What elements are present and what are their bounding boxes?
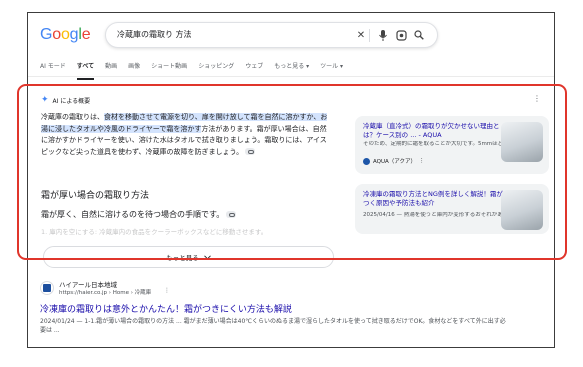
source-thumbnail xyxy=(501,122,543,162)
ai-overview-heading: 霜が厚い場合の霜取り方法 xyxy=(41,191,150,201)
ai-overview-summary: 冷蔵庫の霜取りは、食材を移動させて電源を切り、扉を開け放して霜を自然に溶かすか、… xyxy=(41,112,331,158)
source-card-freezer[interactable]: 冷凍庫の霜取り方法とNG例を詳しく解説！霜がつく原因や予防法も紹介 2025/0… xyxy=(355,184,549,234)
link-icon[interactable] xyxy=(226,211,237,218)
tab-ai-mode[interactable]: AI モード xyxy=(40,61,66,75)
link-icon[interactable] xyxy=(245,148,256,156)
chevron-down-icon xyxy=(203,254,211,259)
source-more-icon[interactable]: ⋮ xyxy=(419,158,425,164)
source-card-aqua[interactable]: 冷蔵庫（直冷式）の霜取りが欠かせない理由とは？ケース別の ... - AQUA … xyxy=(355,116,549,174)
ai-overview-header: ✦ AI による概要 xyxy=(41,95,91,106)
search-input[interactable]: 冷蔵庫の霜取り 方法 xyxy=(117,29,192,40)
show-more-label: もっと見る xyxy=(166,254,199,262)
ai-overview-title: AI による概要 xyxy=(52,98,91,105)
browser-frame: Google 冷蔵庫の霜取り 方法 ✕ AI モード すべて 動画 画像 ショー… xyxy=(27,12,555,348)
logo-letter: g xyxy=(69,26,79,43)
tab-shopping[interactable]: ショッピング xyxy=(198,61,234,75)
microphone-icon[interactable] xyxy=(376,28,390,42)
logo-letter: e xyxy=(81,26,91,43)
source-snippet: そのため、定期的に霜を取ることが大切です。5mmほどの薄い霜は、40度程度のぬる… xyxy=(363,141,503,147)
result-more-icon[interactable]: ⋮ xyxy=(164,287,170,294)
sparkle-icon: ✦ xyxy=(41,95,49,105)
source-site: AQUA（アクア） ⋮ xyxy=(363,157,425,165)
result-snippet: 2024/01/24 — 1-1.霜が薄い場合の霜取りの方法 ... 霜がまだ薄… xyxy=(40,318,506,334)
search-icon[interactable] xyxy=(412,28,426,42)
source-title[interactable]: 冷凍庫の霜取り方法とNG例を詳しく解説！霜がつく原因や予防法も紹介 xyxy=(363,190,503,208)
tab-more[interactable]: もっと見る ▾ xyxy=(274,61,309,75)
tab-images[interactable]: 画像 xyxy=(128,61,140,75)
result-title-link[interactable]: 冷凍庫の霜取りは意外とかんたん！霜がつきにくい方法も解説 xyxy=(40,302,292,315)
site-favicon-icon xyxy=(363,157,370,165)
show-more-button[interactable]: もっと見る xyxy=(43,246,334,268)
subheading-text: 霜が厚く、自然に溶けるのを待つ場合の手順です。 xyxy=(41,210,225,219)
clear-icon[interactable]: ✕ xyxy=(354,28,368,42)
source-title[interactable]: 冷蔵庫（直冷式）の霜取りが欠かせない理由とは？ケース別の ... - AQUA xyxy=(363,122,503,140)
logo-letter: o xyxy=(52,26,61,43)
tab-web[interactable]: ウェブ xyxy=(245,61,263,75)
ai-overview-subheading: 霜が厚く、自然に溶けるのを待つ場合の手順です。 xyxy=(41,209,237,220)
haier-favicon-icon xyxy=(40,281,54,295)
tab-tools[interactable]: ツール ▾ xyxy=(320,61,343,75)
source-site-name: AQUA（アクア） xyxy=(373,159,417,165)
google-logo[interactable]: Google xyxy=(40,26,91,44)
source-thumbnail xyxy=(501,190,543,230)
ai-overview-faded-line: 1. 庫内を空にする: 冷蔵庫内の食品をクーラーボックスなどに移動させます。 xyxy=(41,228,268,236)
summary-intro: 冷蔵庫の霜取りは、 xyxy=(41,113,104,121)
ai-overview: ✦ AI による概要 ⋮ 冷蔵庫の霜取りは、食材を移動させて電源を切り、扉を開け… xyxy=(33,88,549,268)
logo-letter: o xyxy=(60,26,70,43)
result-url[interactable]: https://haier.co.jp › Home › 冷蔵庫 xyxy=(59,288,151,296)
tab-videos[interactable]: 動画 xyxy=(105,61,117,75)
search-tabs: AI モード すべて 動画 画像 ショート動画 ショッピング ウェブ もっと見る… xyxy=(40,61,354,80)
tab-short-videos[interactable]: ショート動画 xyxy=(151,61,187,75)
search-divider xyxy=(369,29,370,42)
source-snippet: 2025/04/16 — 熱湯を使うと庫内が変形するおそれがあるので避けましょう… xyxy=(363,212,503,218)
lens-icon[interactable] xyxy=(394,28,408,42)
search-box[interactable]: 冷蔵庫の霜取り 方法 ✕ xyxy=(105,22,438,48)
tab-all[interactable]: すべて xyxy=(76,61,95,80)
tabs-divider xyxy=(28,76,554,77)
logo-letter: G xyxy=(40,26,53,43)
more-options-icon[interactable]: ⋮ xyxy=(533,94,541,103)
